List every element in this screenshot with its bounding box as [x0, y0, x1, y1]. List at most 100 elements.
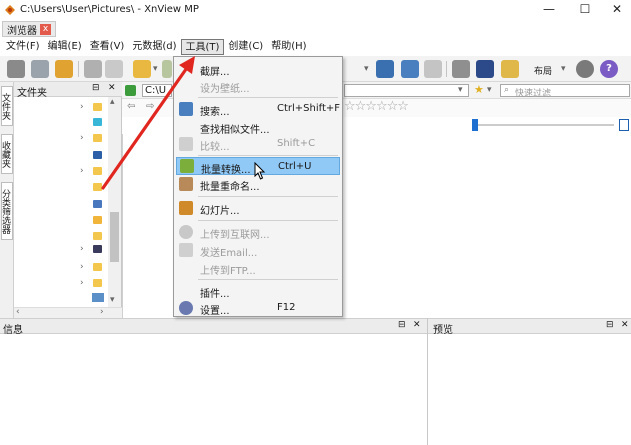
- menu-item-plugins[interactable]: 插件...: [176, 282, 340, 300]
- preview-panel-header: 预览 ⊟ ✕: [428, 318, 631, 336]
- scrollbar-thumb[interactable]: [110, 212, 119, 262]
- menu-item-label: 发送Email...: [200, 248, 258, 259]
- menu-item-label: 上传到FTP...: [200, 266, 256, 277]
- menu-item-send-email[interactable]: 发送Email...: [176, 241, 340, 259]
- sidebar-tab-folders[interactable]: 文件夹: [0, 86, 13, 126]
- sidebar-tab-favorites[interactable]: 收藏夹: [0, 134, 13, 174]
- minimize-button[interactable]: —: [531, 0, 567, 20]
- monitor-icon[interactable]: [55, 60, 73, 78]
- maximize-button[interactable]: ☐: [567, 0, 603, 20]
- expand-icon[interactable]: ›: [80, 262, 84, 272]
- menu-edit[interactable]: 编辑(E): [44, 39, 86, 55]
- drive-icon[interactable]: [92, 293, 104, 302]
- star-icon[interactable]: ★: [474, 83, 484, 96]
- binoculars-icon[interactable]: [401, 60, 419, 78]
- info-panel-header: 信息 ⊟ ✕: [0, 318, 427, 336]
- menu-item-label: 查找相似文件...: [200, 125, 270, 136]
- menu-separator: [198, 97, 338, 98]
- menu-item-label: 设置...: [200, 306, 230, 317]
- pin-icon[interactable]: ⊟: [606, 320, 614, 330]
- chevron-down-icon[interactable]: ▾: [364, 64, 369, 74]
- window-title: C:\Users\User\Pictures\ - XnView MP: [20, 4, 199, 15]
- close-panel-icon[interactable]: ✕: [413, 320, 421, 330]
- annotation-arrow-icon: [101, 56, 195, 190]
- preview-panel-title: 预览: [433, 325, 453, 336]
- chevron-down-icon[interactable]: ▾: [487, 85, 492, 95]
- path-input-extended[interactable]: [344, 84, 469, 97]
- slideshow-icon: [179, 201, 193, 215]
- fullscreen-icon[interactable]: [31, 60, 49, 78]
- menu-item-settings[interactable]: 设置... F12: [176, 299, 340, 317]
- chevron-down-icon[interactable]: ▾: [458, 85, 463, 95]
- menu-item-label: 上传到互联网...: [200, 230, 270, 241]
- search-placeholder: 快速过滤: [515, 89, 552, 99]
- sidebar-tabs: 文件夹 收藏夹 分类筛选器: [0, 82, 14, 318]
- help-icon[interactable]: ?: [600, 60, 618, 78]
- menu-item-shortcut: Shift+C: [277, 138, 316, 149]
- folder-icon[interactable]: [93, 232, 102, 240]
- search-field[interactable]: ⌕ 快速过滤: [500, 84, 630, 99]
- tab-label: 浏览器: [7, 25, 37, 37]
- menu-file[interactable]: 文件(F): [2, 39, 44, 55]
- toolbar-separator: [446, 61, 447, 77]
- panel-divider[interactable]: [427, 318, 428, 445]
- folders-panel-title: 文件夹: [17, 88, 47, 99]
- scanner-icon[interactable]: [476, 60, 494, 78]
- menu-item-label: 批量转换...: [201, 165, 251, 176]
- menu-create[interactable]: 创建(C): [224, 39, 267, 55]
- folders-horizontal-scrollbar[interactable]: ‹ ›: [14, 307, 122, 318]
- pictures-folder-icon[interactable]: [93, 200, 102, 208]
- menu-item-upload-internet[interactable]: 上传到互联网...: [176, 223, 340, 241]
- email-icon: [179, 243, 193, 257]
- search-icon: ⌕: [504, 85, 510, 95]
- tree-view-icon[interactable]: [501, 60, 519, 78]
- tab-bar: 浏览器 x: [0, 20, 631, 38]
- zoom-slider-thumb[interactable]: [472, 119, 478, 131]
- compare-icon[interactable]: [424, 60, 442, 78]
- video-folder-icon[interactable]: [93, 245, 102, 253]
- rating-stars-icon[interactable]: ☆☆☆☆☆☆: [344, 99, 409, 114]
- menu-separator: [198, 196, 338, 197]
- expand-icon[interactable]: ›: [80, 133, 84, 143]
- title-bar: C:\Users\User\Pictures\ - XnView MP — ☐ …: [0, 0, 631, 20]
- expand-icon[interactable]: ›: [80, 102, 84, 112]
- expand-icon[interactable]: ›: [80, 166, 84, 176]
- folder-icon[interactable]: [93, 263, 102, 271]
- gear-icon[interactable]: [576, 60, 594, 78]
- bottom-panels: 信息 ⊟ ✕ 预览 ⊟ ✕: [0, 318, 631, 445]
- expand-icon[interactable]: ›: [80, 278, 84, 288]
- layout-label[interactable]: 布局: [534, 64, 552, 77]
- menu-separator: [198, 279, 338, 280]
- print-icon[interactable]: [452, 60, 470, 78]
- thumbnail-size-icon[interactable]: [619, 119, 629, 131]
- pin-icon[interactable]: ⊟: [398, 320, 406, 330]
- tab-close-icon[interactable]: x: [40, 23, 51, 35]
- scroll-left-icon[interactable]: ‹: [16, 307, 20, 317]
- globe-icon: [179, 225, 193, 239]
- info-panel-title: 信息: [3, 325, 23, 336]
- gear-icon: [179, 301, 193, 315]
- menu-item-upload-ftp[interactable]: 上传到FTP...: [176, 259, 340, 277]
- menu-item-label: 插件...: [200, 289, 230, 300]
- menu-item-slideshow[interactable]: 幻灯片...: [176, 199, 340, 217]
- zoom-slider-track[interactable]: [474, 124, 614, 126]
- close-button[interactable]: ✕: [599, 0, 631, 20]
- menu-help[interactable]: 帮助(H): [267, 39, 310, 55]
- camera-icon[interactable]: [7, 60, 25, 78]
- menu-separator: [198, 220, 338, 221]
- folder-icon[interactable]: [93, 216, 102, 224]
- folder-icon[interactable]: [93, 279, 102, 287]
- tab-browser[interactable]: 浏览器 x: [2, 21, 56, 37]
- menu-item-shortcut: F12: [277, 302, 296, 313]
- menu-item-label: 设为壁纸...: [200, 84, 250, 95]
- menu-item-shortcut: Ctrl+Shift+F: [277, 103, 341, 114]
- chevron-down-icon[interactable]: ▾: [561, 64, 566, 74]
- expand-icon[interactable]: ›: [80, 244, 84, 254]
- menu-item-shortcut: Ctrl+U: [278, 161, 312, 172]
- print-preview-icon[interactable]: [376, 60, 394, 78]
- sidebar-tab-categories[interactable]: 分类筛选器: [0, 182, 13, 240]
- scroll-down-icon[interactable]: ▾: [110, 295, 115, 305]
- toolbar-separator: [78, 61, 79, 77]
- close-panel-icon[interactable]: ✕: [621, 320, 629, 330]
- scroll-right-icon[interactable]: ›: [100, 307, 104, 317]
